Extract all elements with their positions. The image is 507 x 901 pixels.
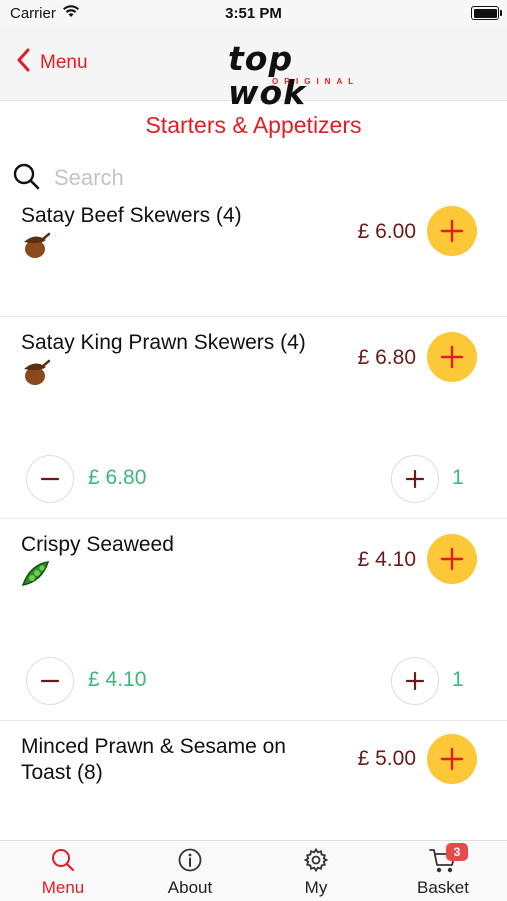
navigation-bar: Menu top wok ORIGINAL (0, 26, 507, 110)
plus-icon (440, 547, 464, 571)
decrease-button[interactable] (26, 657, 74, 705)
plus-icon (440, 345, 464, 369)
add-button[interactable] (427, 206, 477, 256)
back-label: Menu (40, 52, 88, 73)
plus-icon (440, 219, 464, 243)
add-button[interactable] (427, 534, 477, 584)
item-price: £ 6.80 (357, 346, 416, 369)
tab-my[interactable]: My (253, 841, 379, 901)
item-name: Satay King Prawn Skewers (4) (21, 331, 306, 354)
increase-button[interactable] (391, 455, 439, 503)
quantity-value: 1 (452, 668, 464, 691)
nut-icon (20, 357, 52, 392)
tab-label: My (304, 878, 328, 897)
quantity-value: 1 (452, 466, 464, 489)
battery-icon (471, 6, 502, 20)
minus-icon (40, 477, 60, 481)
item-price: £ 5.00 (357, 747, 416, 770)
gear-icon (303, 847, 329, 878)
basket-count-badge: 3 (446, 843, 468, 861)
item-name: Satay Beef Skewers (4) (21, 204, 242, 227)
nut-icon (20, 230, 52, 265)
tab-basket[interactable]: Basket (380, 841, 506, 901)
plus-icon (405, 469, 425, 489)
plus-icon (440, 747, 464, 771)
logo-wordmark: top wok (228, 39, 307, 112)
info-icon (177, 847, 203, 878)
minus-icon (40, 679, 60, 683)
pea-pod-icon (20, 559, 52, 594)
logo: top wok ORIGINAL (228, 42, 368, 110)
selected-total: £ 6.80 (88, 466, 147, 489)
menu-item: Minced Prawn & Sesame on Toast (8) £ 5.0… (0, 721, 507, 840)
menu-item: Satay King Prawn Skewers (4) £ 6.80 £ 6.… (0, 317, 507, 519)
decrease-button[interactable] (26, 455, 74, 503)
menu-item: Satay Beef Skewers (4) £ 6.00 (0, 200, 507, 317)
quantity-row: £ 4.10 1 (0, 655, 507, 707)
add-button[interactable] (427, 332, 477, 382)
section-title: Starters & Appetizers (145, 112, 362, 138)
search-input[interactable]: Search (54, 165, 124, 191)
item-name: Crispy Seaweed (21, 533, 174, 556)
item-price: £ 4.10 (357, 548, 416, 571)
tab-label: Menu (41, 878, 85, 897)
tab-bar: Menu About My Basket (0, 840, 507, 901)
chevron-left-icon (16, 48, 30, 78)
back-button[interactable]: Menu (16, 48, 88, 78)
tab-label: About (167, 878, 213, 897)
status-bar: Carrier 3:51 PM (0, 0, 507, 26)
item-price: £ 6.00 (357, 220, 416, 243)
search-icon (50, 847, 76, 878)
search-icon (12, 162, 40, 195)
item-name: Minced Prawn & Sesame on Toast (8) (21, 735, 286, 784)
increase-button[interactable] (391, 657, 439, 705)
plus-icon (405, 671, 425, 691)
search-bar[interactable]: Search (12, 160, 492, 196)
tab-about[interactable]: About (127, 841, 253, 901)
tab-menu[interactable]: Menu (0, 841, 126, 901)
tab-label: Basket (417, 878, 469, 897)
clock: 3:51 PM (225, 5, 282, 22)
logo-subtitle: ORIGINAL (272, 77, 360, 86)
menu-item: Crispy Seaweed £ 4.10 £ 4.10 1 (0, 519, 507, 721)
add-button[interactable] (427, 734, 477, 784)
selected-total: £ 4.10 (88, 668, 147, 691)
quantity-row: £ 6.80 1 (0, 453, 507, 505)
